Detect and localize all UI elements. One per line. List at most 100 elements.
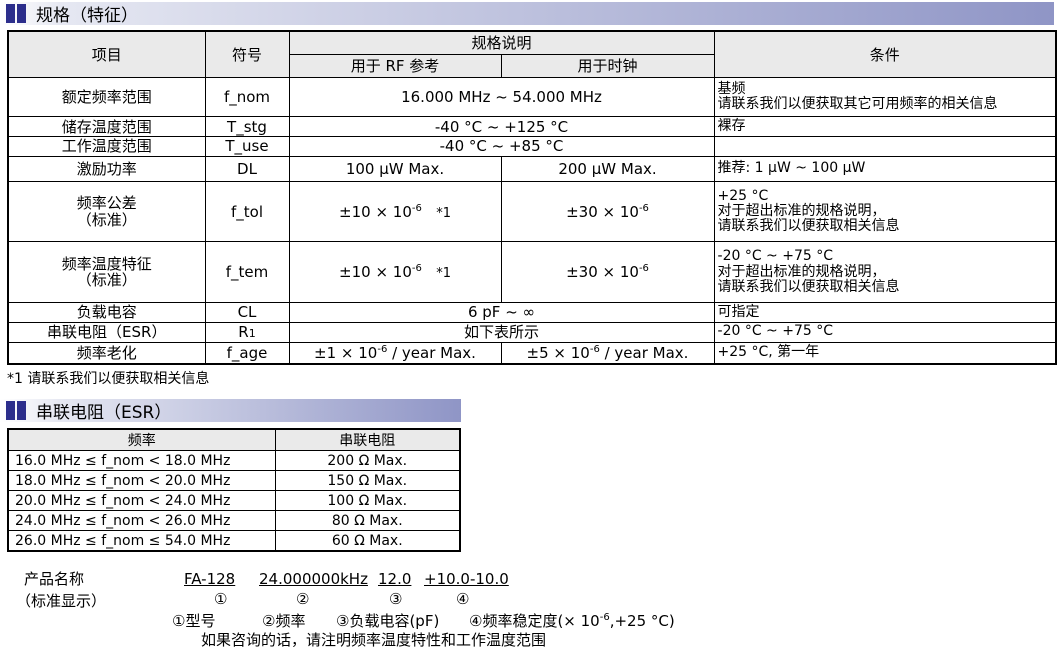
header-clock: 用于时钟	[500, 53, 715, 78]
condition-line: 基频	[717, 80, 746, 97]
code-number: ①	[214, 590, 228, 608]
value-cell: 如下表所示	[288, 321, 715, 343]
row-esr: 串联电阻（ESR） R1 如下表所示 -20 °C ~ +75 °C	[7, 321, 1057, 343]
value-base: ±10 × 10	[339, 263, 412, 282]
item-cell: 储存温度范围	[7, 116, 206, 138]
table-row: 20.0 MHz ≤ f_nom < 24.0 MHz 100 Ω Max.	[7, 490, 461, 511]
table-row: 16.0 MHz ≤ f_nom < 18.0 MHz 200 Ω Max.	[7, 450, 461, 471]
condition-line: +25 °C	[717, 187, 769, 204]
item-cell: 频率老化	[7, 341, 206, 365]
row-load-capacitance: 负载电容 CL 6 pF ~ ∞ 可指定	[7, 301, 1057, 323]
header-resistance: 串联电阻	[274, 428, 461, 451]
value-exponent: -6	[589, 344, 600, 355]
condition-cell: -20 °C ~ +75 °C	[713, 321, 1057, 343]
frequency-cell: 18.0 MHz ≤ f_nom < 20.0 MHz	[7, 470, 276, 491]
header-item: 项目	[7, 30, 206, 78]
symbol-cell: R1	[204, 321, 290, 343]
condition-line: 请联系我们以便获取其它可用频率的相关信息	[717, 96, 998, 113]
code-number: ③	[389, 590, 403, 608]
clock-value-cell: ±30 × 10-6	[500, 181, 715, 243]
stability-code: +10.0-10.0	[424, 570, 509, 588]
condition-line: 请联系我们以便获取相关信息	[717, 218, 900, 235]
frequency-cell: 16.0 MHz ≤ f_nom < 18.0 MHz	[7, 450, 276, 471]
item-cell: 频率公差 （标准）	[7, 181, 206, 243]
condition-cell: 裸存	[713, 116, 1057, 138]
clock-value-cell: 200 µW Max.	[500, 156, 715, 183]
value-base: ±30 × 10	[566, 203, 639, 222]
rf-value-cell: ±10 × 10-6 *1	[288, 241, 502, 303]
header-symbol: 符号	[204, 30, 290, 78]
legend-frequency: ②频率	[262, 612, 306, 630]
condition-cell: -20 °C ~ +75 °C 对于超出标准的规格说明， 请联系我们以便获取相关…	[713, 241, 1057, 303]
symbol-cell: f_tem	[204, 241, 290, 303]
header-spec: 规格说明	[288, 30, 715, 55]
item-cell: 频率温度特征 （标准）	[7, 241, 206, 303]
resistance-cell: 150 Ω Max.	[274, 470, 461, 491]
item-cell: 串联电阻（ESR）	[7, 321, 206, 343]
standard-display-label: （标准显示）	[16, 592, 107, 610]
legend-stability-pre: ④频率稳定度(× 10	[469, 612, 600, 630]
frequency-cell: 24.0 MHz ≤ f_nom < 26.0 MHz	[7, 510, 276, 531]
frequency-code: 24.000000kHz	[259, 570, 368, 588]
resistance-cell: 80 Ω Max.	[274, 510, 461, 531]
clock-value-cell: ±5 × 10-6 / year Max.	[500, 341, 715, 365]
esr-table: 频率 串联电阻 16.0 MHz ≤ f_nom < 18.0 MHz 200 …	[7, 428, 461, 552]
value-cell: 16.000 MHz ~ 54.000 MHz	[288, 76, 715, 118]
row-frequency-temperature: 频率温度特征 （标准） f_tem ±10 × 10-6 *1 ±30 × 10…	[7, 241, 1057, 303]
item-line: （标准）	[76, 210, 137, 229]
value-exponent: -6	[411, 202, 422, 214]
symbol-main: R	[238, 322, 249, 341]
rf-value-cell: 100 µW Max.	[288, 156, 502, 183]
value-exponent: -6	[638, 263, 649, 275]
rf-value-cell: ±10 × 10-6 *1	[288, 181, 502, 243]
condition-cell	[713, 136, 1057, 158]
product-name-label: 产品名称	[24, 570, 85, 588]
item-cell: 工作温度范围	[7, 136, 206, 158]
condition-line: 请联系我们以便获取相关信息	[717, 278, 900, 295]
value-cell: -40 °C ~ +125 °C	[288, 116, 715, 138]
value-note: *1	[436, 205, 451, 221]
value-base: ±1 × 10	[314, 344, 378, 362]
item-cell: 激励功率	[7, 156, 206, 183]
value-tail: / year Max.	[387, 344, 476, 362]
section-title: 串联电阻（ESR）	[36, 403, 172, 423]
value-base: ±30 × 10	[566, 263, 639, 282]
table-row: 18.0 MHz ≤ f_nom < 20.0 MHz 150 Ω Max.	[7, 470, 461, 491]
item-cell: 额定频率范围	[7, 76, 206, 118]
legend-stability-post: ,+25 °C)	[609, 612, 675, 630]
section-title: 规格（特征）	[36, 6, 138, 26]
item-line: 频率公差	[76, 194, 137, 213]
header-condition: 条件	[713, 30, 1057, 78]
model-code: FA-128	[184, 570, 236, 588]
row-aging: 频率老化 f_age ±1 × 10-6 / year Max. ±5 × 10…	[7, 341, 1057, 365]
resistance-cell: 100 Ω Max.	[274, 490, 461, 511]
value-base: ±5 × 10	[526, 344, 590, 362]
condition-cell: 基频 请联系我们以便获取其它可用频率的相关信息	[713, 76, 1057, 118]
section-header-esr: 串联电阻（ESR）	[0, 399, 461, 423]
header-frequency: 频率	[7, 428, 276, 451]
frequency-cell: 20.0 MHz ≤ f_nom < 24.0 MHz	[7, 490, 276, 511]
header-rf: 用于 RF 参考	[288, 53, 502, 78]
item-line: 频率温度特征	[61, 254, 152, 273]
load-capacitance-code: 12.0	[378, 570, 412, 588]
code-number: ④	[456, 590, 470, 608]
value-tail: / year Max.	[599, 344, 689, 362]
condition-line: 对于超出标准的规格说明，	[717, 263, 886, 280]
value-cell: -40 °C ~ +85 °C	[288, 136, 715, 158]
resistance-cell: 200 Ω Max.	[274, 450, 461, 471]
section-marker-icon	[6, 401, 28, 420]
code-number: ②	[296, 590, 310, 608]
symbol-cell: T_use	[204, 136, 290, 158]
row-frequency-tolerance: 频率公差 （标准） f_tol ±10 × 10-6 *1 ±30 × 10-6…	[7, 181, 1057, 243]
legend-model: ①型号	[172, 612, 216, 630]
condition-cell: +25 °C 对于超出标准的规格说明， 请联系我们以便获取相关信息	[713, 181, 1057, 243]
value-exponent: -6	[377, 344, 388, 355]
symbol-cell: T_stg	[204, 116, 290, 138]
symbol-cell: f_tol	[204, 181, 290, 243]
resistance-cell: 60 Ω Max.	[274, 530, 461, 552]
footnote: *1 请联系我们以便获取相关信息	[7, 371, 210, 387]
section-header-spec: 规格（特征）	[0, 2, 1054, 26]
legend-load-capacitance: ③负载电容(pF)	[336, 612, 440, 630]
legend-stability: ④频率稳定度(× 10-6,+25 °C)	[469, 610, 675, 631]
row-nominal-frequency: 额定频率范围 f_nom 16.000 MHz ~ 54.000 MHz 基频 …	[7, 76, 1057, 118]
